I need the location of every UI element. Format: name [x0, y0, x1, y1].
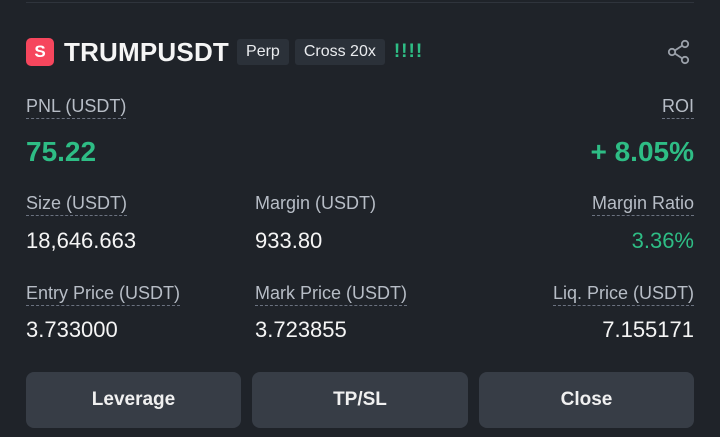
tpsl-button[interactable]: TP/SL — [252, 372, 468, 428]
size-label[interactable]: Size (USDT) — [26, 193, 128, 216]
symbol-badge: S — [26, 38, 54, 66]
top-divider — [26, 2, 694, 3]
margin-ratio-label[interactable]: Margin Ratio — [591, 193, 694, 216]
margin-value: 933.80 — [255, 228, 323, 253]
entry-price-value: 3.733000 — [26, 317, 118, 342]
contract-type-tag: Perp — [237, 39, 289, 65]
mark-price-label[interactable]: Mark Price (USDT) — [255, 283, 407, 306]
pnl-value: 75.22 — [26, 136, 97, 167]
margin-mode-tag[interactable]: Cross 20x — [294, 39, 385, 65]
share-icon[interactable] — [666, 39, 692, 65]
roi-value: + 8.05% — [590, 136, 694, 167]
margin-label: Margin (USDT) — [255, 193, 377, 213]
margin-ratio-value: 3.36% — [631, 228, 694, 253]
close-position-button[interactable]: Close — [479, 372, 694, 428]
pnl-label[interactable]: PNL (USDT) — [26, 96, 127, 119]
leverage-button[interactable]: Leverage — [26, 372, 241, 428]
entry-price-label[interactable]: Entry Price (USDT) — [26, 283, 181, 306]
risk-indicator: !!!! — [393, 41, 424, 62]
mark-price-value: 3.723855 — [255, 317, 347, 342]
size-value: 18,646.663 — [26, 228, 137, 253]
roi-label[interactable]: ROI — [661, 96, 694, 119]
liq-price-label[interactable]: Liq. Price (USDT) — [552, 283, 694, 306]
position-header: S TRUMPUSDT Perp Cross 20x !!!! — [26, 37, 694, 67]
symbol-name[interactable]: TRUMPUSDT — [64, 37, 229, 68]
liq-price-value: 7.155171 — [602, 317, 694, 342]
